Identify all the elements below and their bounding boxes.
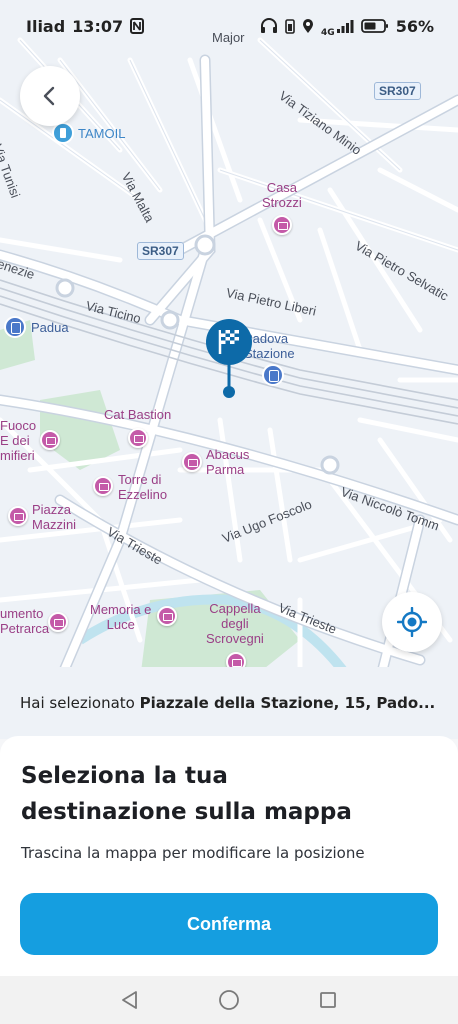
- poi-label-line: mifieri: [0, 448, 35, 463]
- poi-label-line: Piazza: [32, 502, 72, 517]
- clock: 13:07: [72, 16, 124, 36]
- bottom-sheet: Seleziona la tua destinazione sulla mapp…: [0, 736, 458, 976]
- train-station-icon[interactable]: [262, 364, 284, 386]
- poi-label-memoria-luce: Memoria e Luce: [90, 602, 151, 632]
- poi-label-line: Fuoco: [0, 418, 37, 433]
- crosshair-location-icon: [397, 607, 427, 637]
- road-badge-sr307: SR307: [374, 82, 421, 100]
- battery-percent: 56%: [395, 16, 434, 36]
- poi-label-line: Mazzini: [32, 517, 77, 532]
- nav-back-button[interactable]: [110, 980, 150, 1020]
- vibrate-battery-icon: [285, 19, 295, 34]
- selected-prefix: Hai selezionato: [20, 694, 135, 712]
- museum-poi-icon[interactable]: [93, 476, 113, 496]
- poi-label-line: umento: [0, 606, 44, 621]
- confirm-button[interactable]: Conferma: [20, 893, 438, 955]
- museum-poi-icon[interactable]: [182, 452, 202, 472]
- poi-label-abacus-parma: Abacus Parma: [206, 447, 249, 477]
- locate-me-button[interactable]: [382, 592, 442, 652]
- network-type: 4G: [321, 27, 335, 38]
- poi-label-line: Memoria e: [90, 602, 152, 617]
- status-right: 4G 56%: [260, 15, 434, 38]
- poi-label-padua: Padua: [31, 320, 69, 335]
- map-view[interactable]: Via Tiziano Minio Via Tunisi Via Malta V…: [0, 0, 458, 680]
- museum-poi-icon[interactable]: [48, 612, 68, 632]
- recents-square-icon: [320, 992, 337, 1008]
- poi-label-tamoil: TAMOIL: [78, 126, 126, 141]
- nav-recents-button[interactable]: [308, 980, 348, 1020]
- back-triangle-icon: [121, 991, 137, 1009]
- poi-label-piazza-mazzini: Piazza Mazzini: [32, 502, 76, 532]
- poi-label-line: Strozzi: [262, 195, 302, 210]
- status-left: Iliad 13:07: [26, 16, 145, 36]
- poi-label-line: E dei: [0, 433, 30, 448]
- back-button[interactable]: [20, 66, 80, 126]
- nfc-icon: [130, 18, 145, 34]
- museum-poi-icon[interactable]: [272, 215, 292, 235]
- sheet-title: Seleziona la tua destinazione sulla mapp…: [21, 763, 352, 825]
- poi-label-line: Petrarca: [0, 621, 50, 636]
- poi-label-line: Casa: [266, 180, 298, 195]
- carrier-name: Iliad: [26, 16, 66, 36]
- poi-label-monumento-petrarca: umento Petrarca: [0, 606, 49, 636]
- museum-poi-icon[interactable]: [8, 506, 28, 526]
- selected-address-banner: Hai selezionato Piazzale della Stazione,…: [0, 667, 458, 739]
- museum-poi-icon[interactable]: [40, 430, 60, 450]
- poi-label-line: Scrovegni: [206, 631, 264, 646]
- home-circle-icon: [219, 990, 239, 1010]
- location-pin-icon: [303, 19, 314, 33]
- poi-label-cappella-scrovegni: Cappella degli Scrovegni: [206, 601, 264, 646]
- nav-home-button[interactable]: [209, 980, 249, 1020]
- poi-label-line: Abacus: [206, 447, 250, 462]
- poi-label-line: Luce: [106, 617, 135, 632]
- status-bar: Iliad 13:07 4G 56%: [0, 0, 458, 52]
- museum-poi-icon[interactable]: [157, 606, 177, 626]
- poi-label-line: Torre di: [118, 472, 162, 487]
- selected-address: Piazzale della Stazione, 15, Pado...: [139, 694, 436, 712]
- transit-stop-icon[interactable]: [4, 316, 26, 338]
- chevron-left-icon: [43, 86, 55, 106]
- signal-bars-icon: [336, 20, 354, 33]
- poi-label-line: Parma: [206, 462, 245, 477]
- sheet-subtitle: Trascina la mappa per modificare la posi…: [21, 844, 365, 862]
- headphones-icon: [261, 18, 278, 33]
- poi-label-line: degli: [221, 616, 249, 631]
- poi-label-torre-ezzelino: Torre di Ezzelino: [118, 472, 167, 502]
- museum-poi-icon[interactable]: [128, 428, 148, 448]
- poi-label-casa-strozzi: Casa Strozzi: [262, 180, 302, 210]
- poi-label-line: Cappella: [209, 601, 261, 616]
- poi-label-fuoco: Fuoco E dei mifieri: [0, 418, 36, 463]
- road-badge-sr307: SR307: [137, 242, 184, 260]
- system-nav-bar: [0, 976, 458, 1024]
- destination-pin-icon: [206, 319, 252, 398]
- battery-icon: [360, 19, 388, 33]
- poi-label-cat-bastion: Cat Bastion: [104, 407, 172, 422]
- poi-label-line: Ezzelino: [118, 487, 168, 502]
